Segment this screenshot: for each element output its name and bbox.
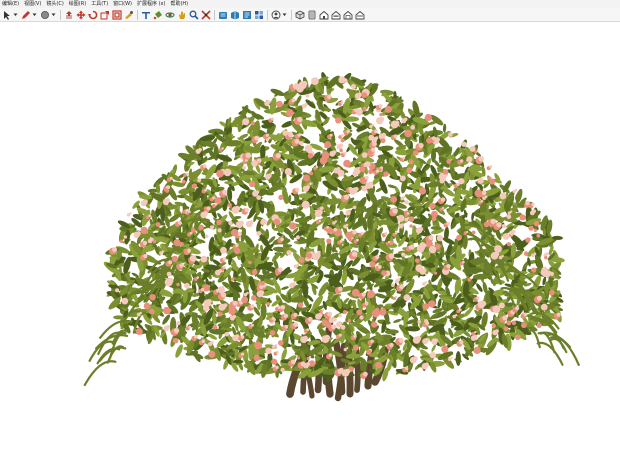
camera-iso-icon	[295, 10, 304, 19]
toolbar-separator	[60, 9, 61, 20]
menu-help[interactable]: 帮助(H)	[168, 0, 191, 8]
extension-manager-button[interactable]	[253, 9, 264, 20]
camera-left-button[interactable]	[354, 9, 365, 20]
chevron-down-icon[interactable]	[51, 9, 56, 20]
camera-top-icon	[308, 10, 315, 19]
paint-bucket-button[interactable]	[152, 9, 163, 20]
menu-view[interactable]: 视图(V)	[22, 0, 44, 8]
drawing-viewport[interactable]	[0, 22, 620, 466]
chevron-down-icon[interactable]	[32, 9, 37, 20]
camera-right-icon	[331, 10, 340, 19]
rotate-button[interactable]	[87, 9, 98, 20]
zoom-icon	[189, 10, 199, 20]
menu-camera[interactable]: 镜头(C)	[44, 0, 66, 8]
toolbar-separator	[291, 9, 292, 20]
orbit-button[interactable]	[164, 9, 175, 20]
select-arrow-icon	[3, 10, 10, 20]
tape-measure-button[interactable]	[123, 9, 134, 20]
scale-icon	[100, 10, 109, 19]
menu-edit[interactable]: 编辑(E)	[0, 0, 22, 8]
send-to-layout-icon	[242, 10, 251, 19]
menu-tools[interactable]: 工具(T)	[89, 0, 111, 8]
paint-bucket-icon	[153, 10, 162, 19]
zoom-button[interactable]	[188, 9, 199, 20]
zoom-extents-icon	[200, 9, 211, 20]
menu-extensions[interactable]: 扩展程序 (x)	[135, 0, 168, 8]
text-button[interactable]	[140, 9, 151, 20]
chevron-down-icon[interactable]	[13, 9, 18, 20]
pan-button[interactable]	[176, 9, 187, 20]
warehouse-icon	[218, 11, 227, 19]
pencil-button[interactable]	[20, 9, 31, 20]
large-toolset-toolbar	[0, 8, 620, 22]
camera-right-button[interactable]	[330, 9, 341, 20]
chevron-down-icon[interactable]	[282, 9, 287, 20]
scale-button[interactable]	[99, 9, 110, 20]
circle-shape-icon	[40, 10, 49, 19]
push-pull-button[interactable]	[63, 9, 74, 20]
rotate-icon	[87, 10, 97, 19]
move-icon	[76, 10, 85, 19]
orbit-icon	[164, 11, 175, 18]
sketchup-window: 编辑(E) 视图(V) 镜头(C) 绘图(R) 工具(T) 窗口(W) 扩展程序…	[0, 0, 620, 466]
select-arrow-button[interactable]	[1, 9, 12, 20]
warehouse-button[interactable]	[217, 9, 228, 20]
pan-icon	[178, 11, 185, 19]
move-button[interactable]	[75, 9, 86, 20]
push-pull-icon	[65, 10, 72, 19]
offset-icon	[111, 9, 122, 20]
menu-draw[interactable]: 绘图(R)	[67, 0, 89, 8]
tape-measure-icon	[124, 10, 133, 19]
zoom-extents-button[interactable]	[200, 9, 211, 20]
menu-bar: 编辑(E) 视图(V) 镜头(C) 绘图(R) 工具(T) 窗口(W) 扩展程序…	[0, 0, 620, 8]
camera-front-button[interactable]	[318, 9, 329, 20]
camera-iso-button[interactable]	[294, 9, 305, 20]
camera-back-button[interactable]	[342, 9, 353, 20]
toolbar-separator	[214, 9, 215, 20]
toolbar-separator	[137, 9, 138, 20]
offset-button[interactable]	[111, 9, 122, 20]
camera-top-button[interactable]	[306, 9, 317, 20]
camera-back-icon	[343, 10, 352, 19]
extension-warehouse-icon	[230, 10, 239, 19]
user-account-icon	[271, 10, 280, 19]
shrub-model[interactable]	[0, 22, 620, 466]
toolbar-separator	[267, 9, 268, 20]
extension-warehouse-button[interactable]	[229, 9, 240, 20]
menu-window[interactable]: 窗口(W)	[111, 0, 135, 8]
pencil-icon	[21, 10, 30, 19]
camera-left-icon	[355, 10, 364, 19]
user-account-button[interactable]	[270, 9, 281, 20]
circle-shape-button[interactable]	[39, 9, 50, 20]
text-icon	[141, 11, 150, 19]
camera-front-icon	[319, 10, 328, 19]
send-to-layout-button[interactable]	[241, 9, 252, 20]
extension-manager-icon	[254, 10, 263, 19]
